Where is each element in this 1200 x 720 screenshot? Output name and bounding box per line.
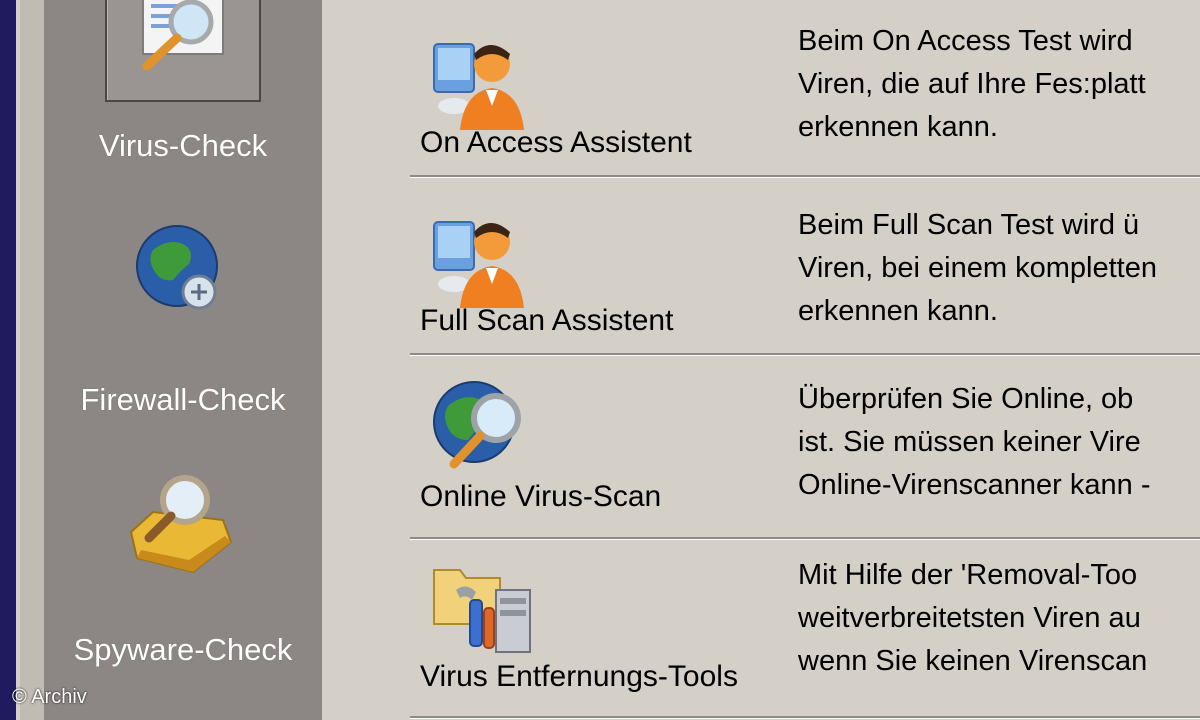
row-description: Überprüfen Sie Online, ob ist. Sie müsse… [798,383,1151,501]
globe-magnifier-icon [430,378,530,478]
copyright-watermark: © Archiv [12,686,87,708]
user-computer-icon [430,30,530,130]
list-item-full-scan[interactable]: Full Scan Assistent Beim Full Scan Test … [410,178,1200,356]
document-magnifier-icon [105,0,261,102]
sidebar-item-label: Firewall-Check [80,382,286,417]
sidebar-item-label: Virus-Check [98,128,268,163]
sidebar-item-firewall-check[interactable]: Firewall-Check [44,200,322,430]
row-description: Beim Full Scan Test wird ü Viren, bei ei… [798,209,1157,327]
user-computer-icon [430,208,530,308]
window-edge-gutter [20,0,44,720]
row-title[interactable]: On Access Assistent [420,126,692,160]
list-item-on-access[interactable]: On Access Assistent Beim On Access Test … [410,0,1200,178]
row-title[interactable]: Virus Entfernungs-Tools [420,660,738,694]
sidebar: Virus-Check Firewall-Check Spyware-Check [44,0,324,720]
sidebar-item-spyware-check[interactable]: Spyware-Check [44,460,322,680]
row-title[interactable]: Full Scan Assistent [420,304,673,338]
main-panel: On Access Assistent Beim On Access Test … [322,0,1200,720]
list-item-virus-removal-tools[interactable]: Virus Entfernungs-Tools Mit Hilfe der 'R… [410,540,1200,719]
row-description: Beim On Access Test wird Viren, die auf … [798,25,1146,143]
list-item-online-virus-scan[interactable]: Online Virus-Scan Überprüfen Sie Online,… [410,356,1200,540]
row-divider [410,716,1200,719]
folder-magnifier-icon [123,472,243,582]
row-description: Mit Hilfe der 'Removal-Too weitverbreite… [798,559,1148,677]
window-edge [0,0,16,720]
globe-network-icon [133,220,233,320]
tools-folder-icon [430,560,531,660]
row-title[interactable]: Online Virus-Scan [420,480,661,514]
sidebar-item-label: Spyware-Check [73,632,293,667]
sidebar-item-virus-check[interactable]: Virus-Check [44,0,322,180]
